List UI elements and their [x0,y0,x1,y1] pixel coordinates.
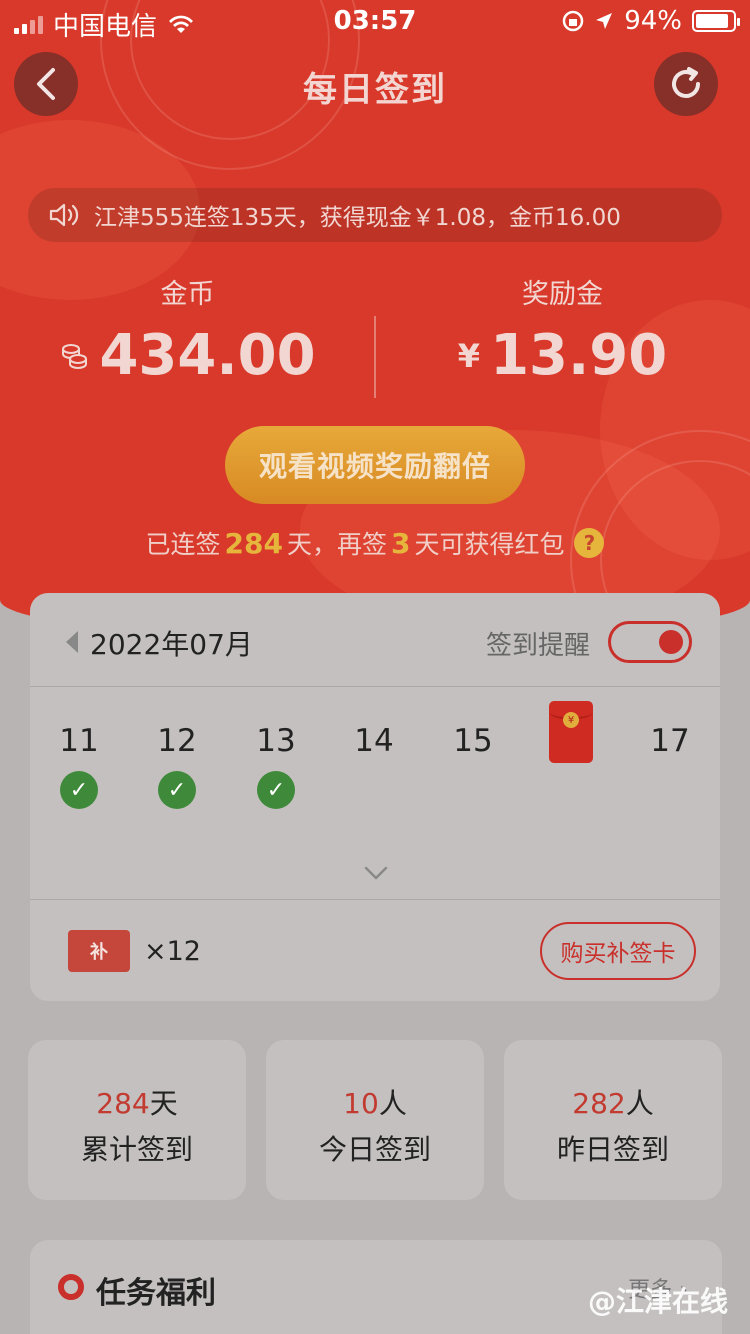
day-number: 17 [650,723,690,759]
notice-banner: 江津555连签135天，获得现金￥1.08，金币16.00 [28,188,722,242]
summary-total: 284天 累计签到 [28,1040,246,1200]
summary-label: 累计签到 [80,1133,193,1166]
summary-today: 10人 今日签到 [266,1040,484,1200]
summary-value: 282人 [504,1082,722,1122]
check-icon: ✓ [158,771,196,809]
section-dot-icon [58,1274,84,1300]
watermark: @江津在线 [587,1285,728,1318]
reward-value-row: ¥ 13.90 [375,323,750,388]
page-title: 每日签到 [303,70,447,110]
summary-value: 10人 [266,1082,484,1122]
refresh-button[interactable] [654,52,718,116]
battery-percent: 94% [624,6,682,36]
summary-number: 284 [96,1087,150,1120]
summary-yesterday: 282人 昨日签到 [504,1040,722,1200]
calendar-day-red-packet[interactable]: ¥ [522,701,620,763]
reminder-label: 签到提醒 [485,631,590,661]
makeup-ticket-count: ×12 [144,936,201,967]
day-number: 14 [354,723,394,759]
reward-balance[interactable]: 奖励金 ¥ 13.90 [375,272,750,388]
summary-number: 10 [343,1087,379,1120]
top-bar: 每日签到 [0,52,750,116]
summary-unit: 人 [625,1087,654,1120]
coin-value: 434.00 [99,323,316,388]
reward-value: 13.90 [490,323,668,388]
lock-rotation-icon [562,10,584,32]
coin-value-row: 434.00 [0,323,375,388]
expand-calendar-button[interactable] [364,861,388,886]
red-packet-icon: ¥ [549,701,593,763]
streak-prefix: 已连签 [145,530,221,559]
streak-suffix: 天可获得红包 [414,530,565,559]
reward-label: 奖励金 [522,279,603,310]
speaker-icon [49,203,79,227]
calendar-day[interactable]: 12 ✓ [128,723,226,809]
calendar-day[interactable]: 15 [424,723,522,759]
status-right: 94% [562,6,740,36]
summary-label: 今日签到 [318,1133,431,1166]
day-number: 15 [453,723,493,759]
streak-remaining: 3 [390,526,411,560]
currency-symbol: ¥ [457,336,481,375]
calendar-month: 2022年07月 [90,628,253,661]
day-number: 13 [256,723,296,759]
day-number: 12 [157,723,197,759]
chevron-down-icon [364,866,388,880]
summary-label: 昨日签到 [556,1133,669,1166]
toggle-knob [659,630,683,654]
streak-days: 284 [224,526,283,560]
makeup-card-row: 补 ×12 购买补签卡 [30,899,720,1001]
calendar-day[interactable]: 14 [325,723,423,759]
calendar-header: 2022年07月 签到提醒 [30,593,720,687]
prev-month-icon[interactable] [66,631,78,653]
balance-stats: 金币 434.00 奖励金 ¥ 13.90 [0,272,750,402]
streak-mid: 天，再签 [286,530,387,559]
status-bar: 中国电信 03:57 94% [0,0,750,42]
calendar-day[interactable]: 17 [621,723,719,759]
streak-info: 已连签 284 天，再签 3 天可获得红包 ? [0,525,750,561]
help-icon[interactable]: ? [574,528,605,558]
coin-stack-icon [62,343,88,369]
calendar-week: 11 ✓ 12 ✓ 13 ✓ 14 15 ¥ 17 [30,701,720,823]
summary-value: 284天 [28,1082,246,1122]
summary-number: 282 [572,1087,626,1120]
reminder-toggle[interactable] [608,621,692,663]
calendar-day[interactable]: 13 ✓ [227,723,325,809]
calendar-day[interactable]: 11 ✓ [30,723,128,809]
summary-unit: 人 [378,1087,407,1120]
location-icon [596,13,613,29]
summary-unit: 天 [149,1087,178,1120]
watch-video-button[interactable]: 观看视频奖励翻倍 [225,426,525,504]
day-number: 11 [59,723,99,759]
check-icon: ✓ [60,771,98,809]
check-icon: ✓ [257,771,295,809]
buy-makeup-card-button[interactable]: 购买补签卡 [540,922,696,980]
task-section-title: 任务福利 [96,1276,216,1311]
coin-balance[interactable]: 金币 434.00 [0,272,375,388]
makeup-ticket-icon: 补 [68,930,130,972]
refresh-icon [672,67,700,98]
notice-text: 江津555连签135天，获得现金￥1.08，金币16.00 [94,205,621,231]
coin-label: 金币 [160,279,215,310]
calendar-card: 2022年07月 签到提醒 11 ✓ 12 ✓ 13 ✓ 14 15 ¥ 17 [30,593,720,1001]
battery-icon [692,10,740,32]
